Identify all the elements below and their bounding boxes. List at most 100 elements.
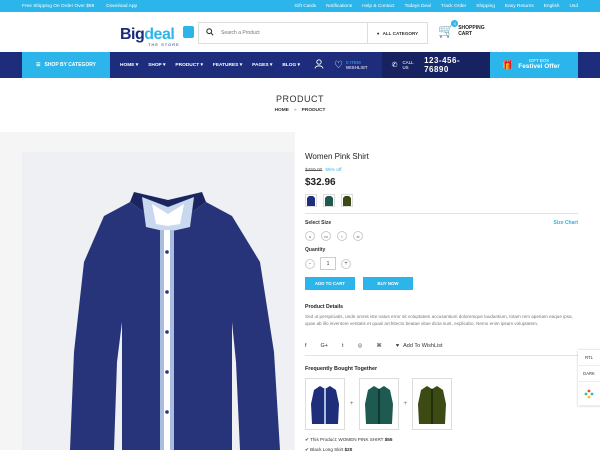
language-select[interactable]: English — [544, 4, 560, 9]
product-name: Women Pink Shirt — [305, 152, 369, 161]
gift-cards-link[interactable]: Gift Cards — [294, 4, 316, 9]
facebook-icon[interactable]: f — [305, 343, 307, 349]
size-option-l[interactable]: l — [337, 231, 347, 241]
breadcrumb-current: PRODUCT — [301, 108, 326, 113]
fbt-item-olive-shirt[interactable] — [412, 378, 453, 431]
divider — [305, 355, 578, 357]
product-image[interactable] — [22, 152, 294, 450]
top-bar: Free Shipping On Order Over $99 Download… — [0, 0, 600, 12]
frequently-bought-title: Frequently Bought Together — [305, 366, 378, 373]
fbt-checklist: ✔ This Product: WOMEN PINK SHIRT $55 ✔ B… — [305, 435, 578, 455]
cart-icon: 🛒 0 — [438, 20, 459, 39]
phone-icon: ✆ — [391, 62, 398, 69]
logo-text-big: Big — [120, 26, 145, 43]
breadcrumb-home[interactable]: HOME — [275, 108, 289, 113]
size-option-s[interactable]: s — [305, 231, 315, 241]
nav-item-blog[interactable]: BLOG ▾ — [282, 63, 300, 68]
notifications-link[interactable]: Notifications — [326, 4, 352, 9]
phone-number: 123-456-76890 — [424, 56, 461, 74]
fbt-check-row[interactable]: ✔ Black Long Skirt $20 — [305, 445, 578, 455]
search-bar: ●ALL CATEGORY — [198, 22, 428, 44]
product-details-title: Product Details — [305, 304, 344, 310]
heart-filled-icon: ♥ — [395, 343, 400, 350]
buy-now-button[interactable]: BUY NOW — [363, 277, 413, 290]
select-size-label: Select Size — [305, 220, 332, 226]
swatch-navy[interactable] — [305, 194, 317, 207]
shirt-image — [70, 192, 280, 450]
logo[interactable]: Bigdeal THE STORE — [120, 26, 194, 47]
nav-item-features[interactable]: FEATURES ▾ — [213, 63, 242, 68]
easy-returns-link[interactable]: Easy Returns — [505, 4, 534, 9]
call-us: ✆ CALL US 123-456-76890 — [381, 52, 490, 78]
page-title: PRODUCT — [276, 94, 324, 104]
plus-icon: + — [403, 401, 408, 408]
category-icon: ● — [376, 30, 380, 36]
plus-icon: + — [350, 401, 354, 408]
nav-item-home[interactable]: HOME ▾ — [120, 63, 138, 68]
help-contact-link[interactable]: Help & Contact — [362, 4, 394, 9]
fbt-item-green-shirt[interactable] — [358, 378, 399, 431]
breadcrumb: HOME » PRODUCT — [0, 108, 600, 113]
shipping-link[interactable]: Shipping — [476, 4, 495, 9]
fbt-item-navy-shirt[interactable] — [305, 378, 345, 431]
shop-by-category-button[interactable]: ☰ SHOP BY CATEGORY — [22, 52, 110, 78]
wishlist-button[interactable]: ♡ 0 ITEM WISHLIST — [334, 60, 368, 71]
track-order-link[interactable]: Track Order — [441, 4, 466, 9]
add-to-wishlist-label: Add To WishList — [403, 343, 443, 350]
breadcrumb-separator-icon: » — [294, 108, 297, 113]
festive-offer-label: Festivel Offer — [518, 63, 560, 71]
page-title-bar: PRODUCT HOME » PRODUCT — [0, 78, 600, 132]
product-info: Women Pink Shirt $459.00 55% off $32.96 S… — [295, 132, 600, 452]
add-to-wishlist-button[interactable]: ♥ Add To WishList — [396, 343, 443, 349]
nav-item-pages[interactable]: PAGES ▾ — [252, 63, 272, 68]
nav-item-shop[interactable]: SHOP ▾ — [148, 63, 165, 68]
shop-by-category-label: SHOP BY CATEGORY — [44, 62, 96, 68]
shopping-cart[interactable]: 🛒 0 SHOPPING CART — [438, 20, 485, 39]
checkbox-icon: ✔ — [305, 437, 309, 443]
heart-icon: ♡ — [333, 59, 343, 71]
quantity-input[interactable]: 1 — [320, 257, 336, 270]
search-icon[interactable] — [199, 28, 221, 38]
rss-icon[interactable]: ⌘ — [376, 343, 382, 349]
side-settings-panel: RTL DARK — [578, 350, 600, 406]
rtl-toggle[interactable]: RTL — [578, 350, 600, 366]
social-share: f G+ t ◎ ⌘ ♥ Add To WishList — [305, 343, 578, 349]
quantity-decrease-button[interactable]: - — [305, 258, 315, 269]
product-price: $32.96 — [305, 177, 336, 188]
nav-item-product[interactable]: PRODUCT ▾ — [175, 63, 202, 68]
product-section: Women Pink Shirt $459.00 55% off $32.96 S… — [0, 132, 600, 452]
add-to-cart-button[interactable]: ADD TO CART — [305, 277, 355, 290]
frequently-bought-items: + + — [305, 378, 578, 431]
size-option-m[interactable]: m — [321, 231, 331, 241]
quantity-stepper: - 1 + — [305, 257, 578, 270]
quantity-increase-button[interactable]: + — [341, 258, 351, 269]
category-dropdown[interactable]: ● ALL CATEGORY — [367, 23, 427, 43]
todays-deal-link[interactable]: Todays Deal — [404, 4, 430, 9]
download-app-link[interactable]: Download App — [106, 4, 137, 9]
search-input[interactable] — [221, 23, 367, 43]
fbt-check-label: This Product: WOMEN PINK SHIRT — [310, 437, 384, 443]
discount-label: 55% off — [325, 168, 342, 173]
swatch-olive[interactable] — [341, 194, 353, 207]
free-shipping-text: Free Shipping On Order Over $99 — [22, 3, 95, 9]
bag-icon — [182, 26, 194, 38]
user-icon[interactable] — [314, 59, 324, 71]
menu-icon: ☰ — [36, 62, 41, 68]
color-swatches — [305, 194, 578, 207]
divider — [305, 213, 578, 214]
instagram-icon[interactable]: ◎ — [358, 343, 363, 349]
wishlist-label: WISHLIST — [345, 65, 368, 70]
twitter-icon[interactable]: t — [342, 343, 344, 349]
size-option-xl[interactable]: xl — [353, 231, 363, 241]
palette-icon[interactable] — [578, 382, 600, 406]
swatch-green[interactable] — [323, 194, 335, 207]
dark-toggle[interactable]: DARK — [578, 366, 600, 382]
size-chart-link[interactable]: Size Chart — [554, 220, 578, 226]
main-nav: ☰ SHOP BY CATEGORY HOME ▾ SHOP ▾ PRODUCT … — [0, 52, 600, 78]
google-plus-icon[interactable]: G+ — [321, 343, 329, 349]
gift-box-offer[interactable]: 🎁 GIFT BOX Festivel Offer — [490, 52, 578, 78]
fbt-check-row[interactable]: ✔ This Product: WOMEN PINK SHIRT $55 — [305, 435, 578, 445]
currency-select[interactable]: Usd — [569, 4, 578, 9]
logo-subtitle: THE STORE — [148, 42, 180, 47]
gift-icon: 🎁 — [502, 59, 514, 70]
